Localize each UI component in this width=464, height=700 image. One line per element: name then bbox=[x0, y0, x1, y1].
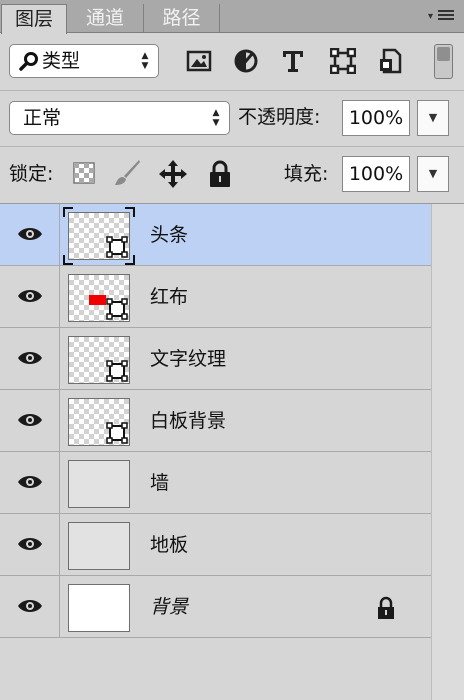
layer-row[interactable]: 地板 bbox=[0, 514, 431, 576]
layer-row[interactable]: 红布 bbox=[0, 266, 431, 328]
smart-object-badge-icon bbox=[106, 236, 128, 258]
layer-row[interactable]: 墙 bbox=[0, 452, 431, 514]
layers-scrollbar[interactable] bbox=[431, 204, 464, 700]
layer-thumbnail[interactable] bbox=[68, 460, 130, 508]
opacity-label: 不透明度: bbox=[238, 106, 321, 128]
layer-thumbnail[interactable] bbox=[68, 398, 130, 446]
eye-icon bbox=[18, 290, 42, 302]
layer-name[interactable]: 墙 bbox=[150, 471, 169, 495]
opacity-input[interactable]: 100% bbox=[342, 100, 410, 136]
visibility-toggle[interactable] bbox=[0, 390, 60, 452]
layer-thumbnail[interactable] bbox=[68, 336, 130, 384]
layer-thumbnail[interactable] bbox=[68, 584, 130, 632]
layer-row[interactable]: 白板背景 bbox=[0, 390, 431, 452]
menu-lines-icon bbox=[438, 10, 454, 22]
panel-tab-bar: 图层 通道 路径 ▾ bbox=[0, 0, 464, 34]
layer-row[interactable]: 头条 bbox=[0, 204, 431, 266]
eye-icon bbox=[18, 414, 42, 426]
lock-all-icon[interactable] bbox=[205, 159, 235, 189]
search-icon bbox=[19, 52, 38, 71]
lock-transparent-pixels-icon[interactable] bbox=[72, 161, 96, 185]
updown-arrows-icon: ▲ ▼ bbox=[141, 51, 149, 71]
tab-channels[interactable]: 通道 bbox=[67, 4, 144, 33]
visibility-toggle[interactable] bbox=[0, 452, 60, 514]
visibility-toggle[interactable] bbox=[0, 328, 60, 390]
opacity-dropdown-button[interactable]: ▼ bbox=[417, 100, 449, 136]
eye-icon bbox=[18, 538, 42, 550]
eye-icon bbox=[18, 476, 42, 488]
eye-icon bbox=[18, 352, 42, 364]
layer-name[interactable]: 白板背景 bbox=[150, 409, 226, 433]
layer-thumbnail[interactable] bbox=[68, 212, 130, 260]
layer-name[interactable]: 头条 bbox=[150, 223, 188, 247]
layer-name[interactable]: 地板 bbox=[150, 533, 188, 557]
lock-label: 锁定: bbox=[9, 163, 54, 185]
pixel-layer-filter-icon[interactable] bbox=[186, 48, 212, 74]
filter-kind-label: 类型 bbox=[42, 50, 81, 72]
menu-arrow-icon: ▾ bbox=[428, 11, 434, 22]
fill-label: 填充: bbox=[284, 163, 329, 185]
tab-layers[interactable]: 图层 bbox=[1, 4, 67, 34]
smart-object-badge-icon bbox=[106, 422, 128, 444]
layer-row[interactable]: 背景 bbox=[0, 576, 431, 638]
adjustment-layer-filter-icon[interactable] bbox=[233, 48, 259, 74]
layer-name[interactable]: 背景 bbox=[150, 595, 188, 619]
panel-menu-button[interactable]: ▾ bbox=[428, 6, 456, 26]
layer-lock-icon bbox=[378, 596, 394, 619]
smart-object-filter-icon[interactable] bbox=[378, 48, 404, 74]
visibility-toggle[interactable] bbox=[0, 204, 60, 266]
layer-name[interactable]: 红布 bbox=[150, 285, 188, 309]
visibility-toggle[interactable] bbox=[0, 514, 60, 576]
red-cloth-preview bbox=[89, 295, 106, 305]
fill-input[interactable]: 100% bbox=[342, 156, 410, 192]
layer-name[interactable]: 文字纹理 bbox=[150, 347, 226, 371]
lock-position-move-icon[interactable] bbox=[158, 159, 188, 189]
layer-row[interactable]: 文字纹理 bbox=[0, 328, 431, 390]
layer-thumbnail[interactable] bbox=[68, 522, 130, 570]
eye-icon bbox=[18, 600, 42, 612]
blend-mode-select[interactable]: 正常 ▲ ▼ bbox=[9, 101, 230, 135]
layer-filter-select[interactable]: 类型 ▲ ▼ bbox=[9, 44, 159, 78]
eye-icon bbox=[18, 228, 42, 240]
layer-thumbnail[interactable] bbox=[68, 274, 130, 322]
lock-image-pixels-brush-icon[interactable] bbox=[112, 158, 142, 188]
blend-mode-value: 正常 bbox=[23, 107, 62, 129]
toggle-knob bbox=[437, 47, 450, 61]
divider bbox=[0, 90, 464, 91]
type-layer-filter-icon[interactable] bbox=[280, 48, 306, 74]
visibility-toggle[interactable] bbox=[0, 266, 60, 328]
shape-layer-filter-icon[interactable] bbox=[330, 48, 356, 74]
fill-dropdown-button[interactable]: ▼ bbox=[417, 156, 449, 192]
visibility-toggle[interactable] bbox=[0, 576, 60, 638]
updown-arrows-icon: ▲ ▼ bbox=[212, 108, 220, 128]
divider bbox=[0, 146, 464, 147]
smart-object-badge-icon bbox=[106, 360, 128, 382]
filter-toggle-switch[interactable] bbox=[434, 44, 453, 79]
smart-object-badge-icon bbox=[106, 298, 128, 320]
tab-paths[interactable]: 路径 bbox=[144, 4, 220, 33]
